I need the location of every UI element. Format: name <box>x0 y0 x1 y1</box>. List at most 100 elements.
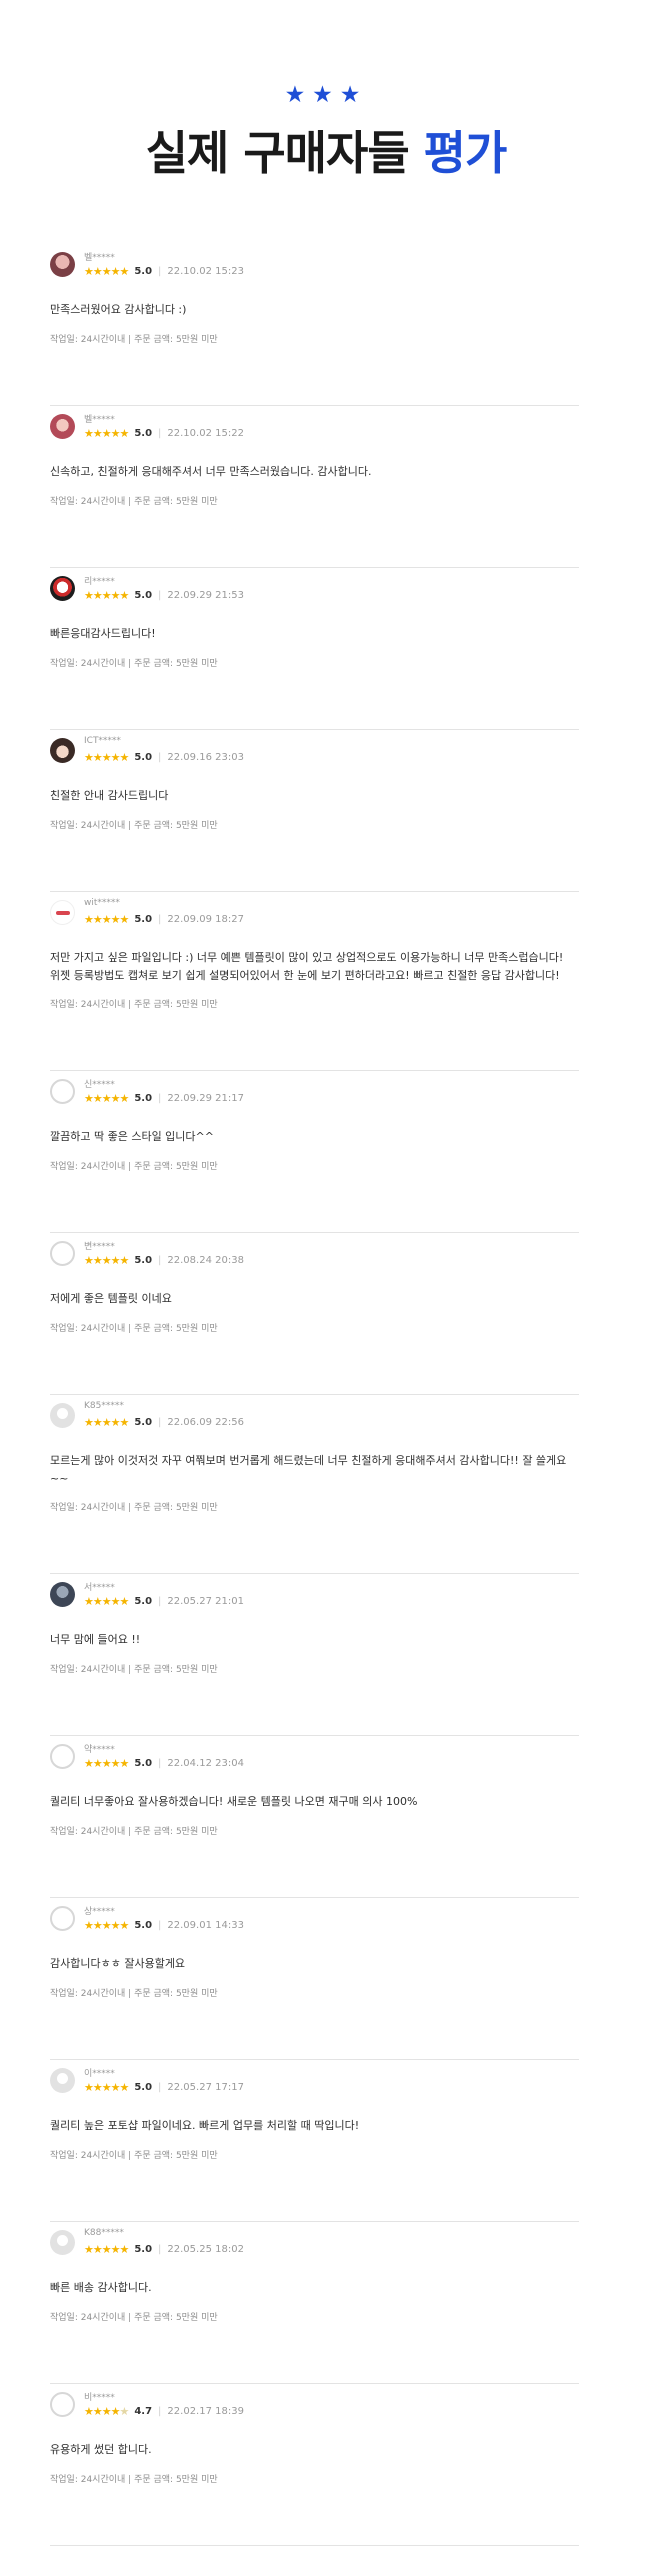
review-rating-row: ★★★★★ 5.0 | 22.09.29 21:17 <box>84 1092 244 1105</box>
review-content: 너무 맘에 들어요 !! <box>50 1633 141 1646</box>
avatar <box>50 1403 75 1428</box>
filled-stars: ★★★★★ <box>84 1092 129 1105</box>
divider: | <box>158 590 162 601</box>
meta-divider: | <box>125 2151 135 2161</box>
meta-divider: | <box>125 1827 135 1837</box>
review-date: 22.02.17 18:39 <box>167 2406 244 2417</box>
work-time: 작업일: 24시간이내 <box>50 2475 126 2485</box>
work-time: 작업일: 24시간이내 <box>50 1503 126 1513</box>
review-date: 22.10.02 15:23 <box>167 266 244 277</box>
order-price: 주문 금액: 5만원 미만 <box>134 335 218 345</box>
work-time: 작업일: 24시간이내 <box>50 497 126 507</box>
review-score: 5.0 <box>134 1920 153 1931</box>
review-date: 22.06.09 22:56 <box>167 1417 244 1428</box>
star-rating-icon: ★★★★★ <box>84 2405 129 2418</box>
review-date: 22.08.24 20:38 <box>167 1255 244 1266</box>
review-username: K88***** <box>84 2228 124 2238</box>
avatar <box>50 900 75 925</box>
review-meta: 작업일: 24시간이내 | 주문 금액: 5만원 미만 <box>50 1321 218 1334</box>
review-rating-row: ★★★★★ 5.0 | 22.05.25 18:02 <box>84 2243 244 2256</box>
review-item: K88***** ★★★★★ 5.0 | 22.05.25 18:02 빠른 배송 감사합… <box>50 2222 579 2384</box>
avatar <box>50 2230 75 2255</box>
review-meta: 작업일: 24시간이내 | 주문 금액: 5만원 미만 <box>50 1824 218 1837</box>
review-item: wit***** ★★★★★ 5.0 | 22.09.09 18:27 저만 가지고 싶은… <box>50 892 579 1071</box>
review-item: 약***** ★★★★★ 5.0 | 22.04.12 23:04 퀄리티 너무좋아요 잘… <box>50 1736 579 1898</box>
review-list: 벨***** ★★★★★ 5.0 | 22.10.02 15:23 만족스러웠어요 감사합… <box>50 244 579 2546</box>
meta-divider: | <box>125 1665 135 1675</box>
star-rating-icon: ★★★★★ <box>84 1919 129 1932</box>
work-time: 작업일: 24시간이내 <box>50 1324 126 1334</box>
review-rating-row: ★★★★★ 4.7 | 22.02.17 18:39 <box>84 2405 244 2418</box>
divider: | <box>158 1417 162 1428</box>
review-rating-row: ★★★★★ 5.0 | 22.10.02 15:22 <box>84 427 244 440</box>
review-meta: 작업일: 24시간이내 | 주문 금액: 5만원 미만 <box>50 1986 218 1999</box>
star-rating-icon: ★★★★★ <box>84 1092 129 1105</box>
review-meta: 작업일: 24시간이내 | 주문 금액: 5만원 미만 <box>50 818 218 831</box>
review-content: 깔끔하고 딱 좋은 스타일 입니다^^ <box>50 1130 214 1143</box>
review-username: 상***** <box>84 1907 115 1917</box>
star-rating-icon: ★★★★★ <box>84 1416 129 1429</box>
avatar <box>50 1582 75 1607</box>
review-rating-row: ★★★★★ 5.0 | 22.05.27 17:17 <box>84 2081 244 2094</box>
filled-stars: ★★★★★ <box>84 589 129 602</box>
review-rating-row: ★★★★★ 5.0 | 22.10.02 15:23 <box>84 265 244 278</box>
review-meta: 작업일: 24시간이내 | 주문 금액: 5만원 미만 <box>50 494 218 507</box>
empty-stars: ★ <box>119 2405 129 2418</box>
filled-stars: ★★★★★ <box>84 913 129 926</box>
page-title: 실제 구매자들 평가 <box>0 128 652 179</box>
review-content: 친절한 안내 감사드립니다 <box>50 789 169 802</box>
order-price: 주문 금액: 5만원 미만 <box>134 1989 218 1999</box>
star-rating-icon: ★★★★★ <box>84 265 129 278</box>
review-date: 22.09.09 18:27 <box>167 914 244 925</box>
meta-divider: | <box>125 1000 135 1010</box>
meta-divider: | <box>125 497 135 507</box>
review-rating-row: ★★★★★ 5.0 | 22.04.12 23:04 <box>84 1757 244 1770</box>
review-content: 퀄리티 높은 포토샵 파일이네요. 빠르게 업무를 처리할 때 딱입니다! <box>50 2119 360 2132</box>
review-content: 신속하고, 친절하게 응대해주셔서 너무 만족스러웠습니다. 감사합니다. <box>50 465 372 478</box>
meta-divider: | <box>125 659 135 669</box>
order-price: 주문 금액: 5만원 미만 <box>134 2313 218 2323</box>
review-date: 22.09.16 23:03 <box>167 752 244 763</box>
review-meta: 작업일: 24시간이내 | 주문 금액: 5만원 미만 <box>50 997 218 1010</box>
divider: | <box>158 1093 162 1104</box>
review-meta: 작업일: 24시간이내 | 주문 금액: 5만원 미만 <box>50 2148 218 2161</box>
review-score: 5.0 <box>134 1093 153 1104</box>
review-content: 유용하게 썼던 합니다. <box>50 2443 152 2456</box>
review-score: 5.0 <box>134 1758 153 1769</box>
divider: | <box>158 1758 162 1769</box>
work-time: 작업일: 24시간이내 <box>50 1162 126 1172</box>
review-meta: 작업일: 24시간이내 | 주문 금액: 5만원 미만 <box>50 1500 218 1513</box>
reviews-header: ★★★ 실제 구매자들 평가 <box>0 0 652 195</box>
review-score: 5.0 <box>134 752 153 763</box>
work-time: 작업일: 24시간이내 <box>50 335 126 345</box>
review-item: K85***** ★★★★★ 5.0 | 22.06.09 22:56 모르는게 많아 이… <box>50 1395 579 1574</box>
review-date: 22.05.25 18:02 <box>167 2244 244 2255</box>
star-rating-icon: ★★★★★ <box>84 1595 129 1608</box>
review-score: 5.0 <box>134 1596 153 1607</box>
order-price: 주문 금액: 5만원 미만 <box>134 1503 218 1513</box>
review-username: ICT***** <box>84 736 121 746</box>
review-meta: 작업일: 24시간이내 | 주문 금액: 5만원 미만 <box>50 1662 218 1675</box>
meta-divider: | <box>125 2313 135 2323</box>
meta-divider: | <box>125 1324 135 1334</box>
review-score: 5.0 <box>134 1255 153 1266</box>
work-time: 작업일: 24시간이내 <box>50 2313 126 2323</box>
review-score: 5.0 <box>134 428 153 439</box>
review-username: 벨***** <box>84 253 115 263</box>
filled-stars: ★★★★★ <box>84 265 129 278</box>
work-time: 작업일: 24시간이내 <box>50 2151 126 2161</box>
divider: | <box>158 2082 162 2093</box>
star-rating-icon: ★★★ <box>284 82 368 108</box>
review-rating-row: ★★★★★ 5.0 | 22.09.01 14:33 <box>84 1919 244 1932</box>
order-price: 주문 금액: 5만원 미만 <box>134 1665 218 1675</box>
order-price: 주문 금액: 5만원 미만 <box>134 821 218 831</box>
review-item: 이***** ★★★★★ 5.0 | 22.05.27 17:17 퀄리티 높은 포토샵 … <box>50 2060 579 2222</box>
review-score: 5.0 <box>134 914 153 925</box>
divider: | <box>158 1255 162 1266</box>
order-price: 주문 금액: 5만원 미만 <box>134 1000 218 1010</box>
filled-stars: ★★★★★ <box>84 2081 129 2094</box>
avatar <box>50 1744 75 1769</box>
review-item: 신***** ★★★★★ 5.0 | 22.09.29 21:17 깔끔하고 딱 좋은 스… <box>50 1071 579 1233</box>
review-meta: 작업일: 24시간이내 | 주문 금액: 5만원 미만 <box>50 2472 218 2485</box>
meta-divider: | <box>125 1162 135 1172</box>
